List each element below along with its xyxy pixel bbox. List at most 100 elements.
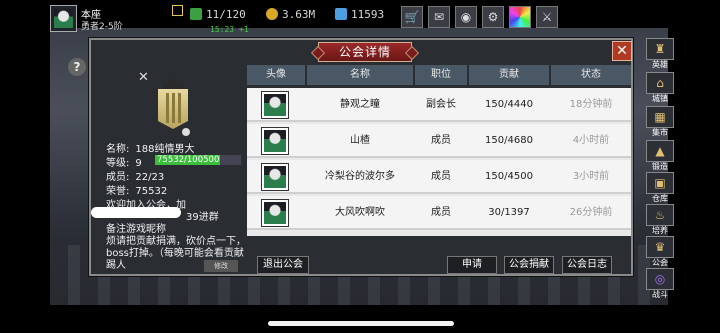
battle-icon: ◎ (646, 268, 674, 290)
gem-icon (335, 8, 347, 20)
guild-honor-line: 荣誉: 75532 (106, 182, 167, 197)
column-header: 贡献 (469, 65, 549, 85)
shop-cart-icon[interactable]: 🛒 (401, 6, 423, 28)
member-table-header: 头像 名称 职位 贡献 状态 (247, 65, 631, 85)
member-avatar (261, 199, 289, 227)
member-status: 4小时前 (572, 135, 610, 146)
side-menu-guild[interactable]: ♛ 公会 (644, 236, 676, 268)
member-list[interactable]: 静观之瞳 副会长 150/4440 18分钟前 山楂 成员 150/4680 4… (247, 88, 631, 236)
side-menu-market[interactable]: ▦ 集市 (644, 106, 676, 138)
guild-icon: ♛ (646, 236, 674, 258)
member-position: 副会长 (426, 99, 456, 110)
member-avatar (261, 91, 289, 119)
column-header: 名称 (307, 65, 413, 85)
hero-icon: ♜ (646, 38, 674, 60)
member-name: 大风吹啊吹 (335, 207, 385, 218)
guild-detail-dialog: 公会详情 ✕ ✕ 名称: 188纯情男大 等级: 9 75532/100500 成员… (89, 38, 633, 276)
side-menu-town[interactable]: ⌂ 城镇 (644, 72, 676, 104)
member-avatar (261, 127, 289, 155)
close-button[interactable]: ✕ (612, 41, 632, 61)
guild-honor-label: 荣誉: (106, 186, 130, 197)
side-menu-label: 公会 (652, 258, 668, 267)
guild-name-line: 名称: 188纯情男大 (106, 140, 194, 155)
avatar-portrait (264, 202, 286, 224)
close-icon: ✕ (616, 43, 628, 59)
side-menu-label: 城镇 (652, 94, 668, 103)
banner-stripe (166, 93, 169, 123)
side-menu-forge[interactable]: ▲ 锻造 (644, 140, 676, 172)
help-icon[interactable]: ? (68, 58, 86, 76)
town-icon: ⌂ (646, 72, 674, 94)
member-contribution: 30/1397 (488, 207, 530, 218)
column-header: 头像 (247, 65, 305, 85)
stamina-timer: 15:23 +1 (210, 25, 249, 34)
side-menu-hero[interactable]: ♜ 英雄 (644, 38, 676, 70)
side-menu-label: 培养 (652, 226, 668, 235)
close-x-icon[interactable]: ✕ (138, 70, 149, 85)
member-avatar (261, 163, 289, 191)
guild-name: 188纯情男大 (135, 144, 195, 155)
member-contribution: 150/4500 (485, 171, 533, 182)
gold-coin-icon (266, 8, 278, 20)
guild-exp-text: 75532/100500 (157, 155, 220, 165)
avatar-portrait (264, 94, 286, 116)
side-menu-label: 集市 (652, 128, 668, 137)
leave-guild-button[interactable]: 退出公会 (257, 256, 309, 274)
side-menu-train[interactable]: ♨ 培养 (644, 204, 676, 236)
member-name: 静观之瞳 (340, 99, 380, 110)
edit-notice-button[interactable]: 修改 (204, 260, 238, 272)
edit-icon[interactable] (172, 5, 183, 16)
member-row[interactable]: 冷梨谷的波尔多 成员 150/4500 3小时前 (247, 160, 631, 194)
guild-level-line: 等级: 9 (106, 154, 142, 169)
side-menu-warehouse[interactable]: ▣ 仓库 (644, 172, 676, 204)
member-name: 山楂 (350, 135, 370, 146)
guild-emblem (154, 77, 192, 135)
banner-stripe (172, 93, 175, 123)
gem-value: 11593 (351, 8, 385, 21)
home-indicator[interactable] (268, 321, 454, 326)
gold-stat: 3.63M (266, 8, 315, 21)
member-row[interactable]: 大风吹啊吹 成员 30/1397 26分钟前 (247, 196, 631, 230)
member-position: 成员 (431, 135, 451, 146)
member-row[interactable]: 静观之瞳 副会长 150/4440 18分钟前 (247, 88, 631, 122)
member-contribution: 150/4440 (485, 99, 533, 110)
avatar-portrait (54, 9, 73, 28)
column-header: 职位 (415, 65, 467, 85)
guild-log-button[interactable]: 公会日志 (562, 256, 612, 274)
gold-value: 3.63M (282, 8, 316, 21)
warehouse-icon: ▣ (646, 172, 674, 194)
settings-gear-icon[interactable]: ⚙ (482, 6, 504, 28)
member-row[interactable]: 山楂 成员 150/4680 4小时前 (247, 124, 631, 158)
mail-icon[interactable]: ✉ (428, 6, 450, 28)
avatar-portrait (264, 130, 286, 152)
side-menu-label: 战斗 (652, 290, 668, 299)
banner-stripe (178, 93, 181, 123)
side-menu-label: 英雄 (652, 60, 668, 69)
emblem-badge-icon (182, 128, 190, 136)
top-bar: 本座 勇者2-5阶 11/120 15:23 +1 3.63M 11593 🛒 … (50, 3, 668, 34)
member-status: 18分钟前 (569, 99, 613, 110)
notice-line: 备注游戏昵称 (106, 224, 166, 235)
dialog-title: 公会详情 (318, 42, 412, 62)
redacted-text (91, 207, 181, 218)
apply-button[interactable]: 申请 (447, 256, 497, 274)
train-icon: ♨ (646, 204, 674, 226)
member-position: 成员 (431, 171, 451, 182)
guild-members-line: 成员: 22/23 (106, 168, 164, 183)
gamepad-icon[interactable]: ◉ (455, 6, 477, 28)
color-wheel-icon[interactable] (509, 6, 531, 28)
side-menu-battle[interactable]: ◎ 战斗 (644, 268, 676, 300)
guild-honor: 75532 (135, 186, 168, 197)
player-rank: 勇者2-5阶 (81, 22, 123, 32)
gem-stat: 11593 (335, 8, 384, 21)
forge-icon: ▲ (646, 140, 674, 162)
sword-icon[interactable]: ⚔ (536, 6, 558, 28)
guild-donate-button[interactable]: 公会捐献 (504, 256, 554, 274)
member-status: 3小时前 (572, 171, 610, 182)
market-icon: ▦ (646, 106, 674, 128)
member-contribution: 150/4680 (485, 135, 533, 146)
player-avatar[interactable] (50, 5, 77, 32)
crown-icon (163, 77, 183, 91)
column-header: 状态 (551, 65, 631, 85)
avatar-portrait (264, 166, 286, 188)
